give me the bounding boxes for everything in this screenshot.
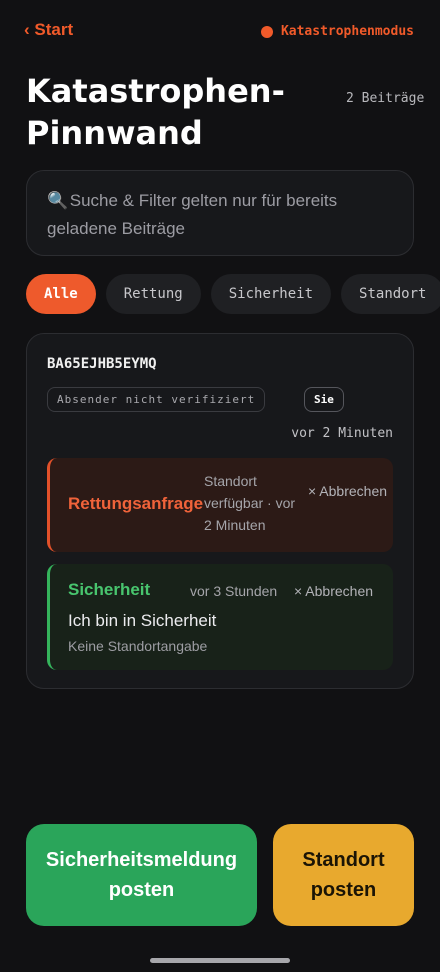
sender-id: BA65EJHB5EYMQ: [47, 356, 157, 372]
post-time: vor 2 Minuten: [291, 426, 393, 441]
post-safety-button[interactable]: Sicherheitsmeldung posten: [26, 824, 257, 926]
mode-label: Katastrophenmodus: [280, 24, 414, 39]
you-badge: Sie: [304, 387, 344, 412]
back-button[interactable]: ‹ Start: [24, 20, 73, 40]
filter-chip-alle[interactable]: Alle: [26, 274, 96, 314]
search-icon: 🔍: [47, 191, 69, 210]
message-body: Ich bin in Sicherheit: [68, 611, 217, 630]
status-dot-icon: [260, 25, 273, 38]
page-title: Katastrophen-Pinnwand: [26, 72, 285, 152]
post-location-button[interactable]: Standort posten: [273, 824, 414, 926]
message-meta: vor 3 Stunden: [190, 583, 278, 599]
message-location-note: Keine Standortangabe: [68, 638, 208, 654]
post-card: BA65EJHB5EYMQ Absender nicht verifiziert…: [26, 333, 414, 689]
rescue-request-message: Rettungsanfrage Standort verfügbar · vor…: [47, 458, 393, 552]
message-meta: Standort verfügbar · vor 2 Minuten: [204, 473, 296, 533]
search-filter-hint: 🔍 Suche & Filter gelten nur für bereits …: [26, 170, 414, 256]
message-type: Sicherheit: [68, 580, 151, 599]
top-bar: ‹ Start Katastrophenmodus: [0, 0, 440, 60]
safety-message: Sicherheit vor 3 Stunden × Abbrechen Ich…: [47, 564, 393, 670]
cancel-button[interactable]: × Abbrechen: [308, 480, 388, 502]
filter-chip-standort[interactable]: Standort: [341, 274, 440, 314]
post-count: 2 Beiträge: [346, 91, 425, 106]
cancel-button[interactable]: × Abbrechen: [294, 580, 373, 602]
filter-chip-sicherheit[interactable]: Sicherheit: [210, 274, 332, 314]
unverified-badge: Absender nicht verifiziert: [47, 387, 266, 412]
message-type: Rettungsanfrage: [68, 494, 204, 513]
filter-chip-rettung[interactable]: Rettung: [105, 274, 201, 314]
filter-chips: Alle Rettung Sicherheit Standort: [26, 274, 440, 314]
search-hint-text: Suche & Filter gelten nur für bereits ge…: [47, 191, 338, 238]
home-indicator[interactable]: [150, 958, 290, 963]
disaster-mode-indicator: Katastrophenmodus: [260, 24, 414, 39]
